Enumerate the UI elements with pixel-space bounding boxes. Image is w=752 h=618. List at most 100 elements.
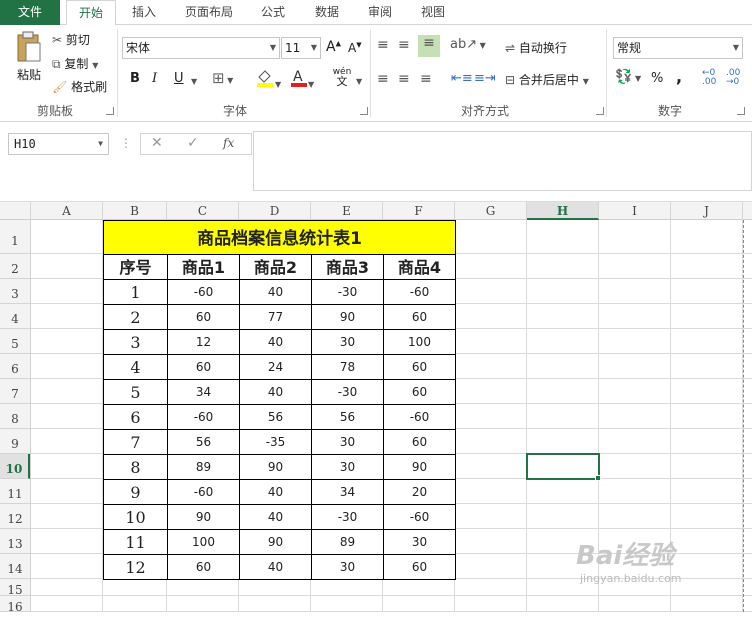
data-cell[interactable]: 90	[167, 504, 240, 530]
fill-handle[interactable]	[595, 475, 601, 481]
column-header-f[interactable]: F	[383, 202, 455, 220]
column-header-b[interactable]: B	[103, 202, 167, 220]
data-cell[interactable]: -60	[167, 404, 240, 430]
data-cell[interactable]: 30	[311, 429, 384, 455]
data-cell[interactable]: 100	[383, 329, 456, 355]
grow-font-button[interactable]: A▲	[326, 39, 341, 55]
tab-home[interactable]: 开始	[66, 0, 116, 26]
cut-button[interactable]: ✂ 剪切	[52, 31, 90, 48]
align-left-button[interactable]: ≡	[377, 71, 389, 87]
row-header-13[interactable]: 13	[0, 529, 30, 554]
row-header-14[interactable]: 14	[0, 554, 30, 579]
increase-indent-button[interactable]: ≡⇥	[474, 71, 496, 86]
column-header-h[interactable]: H	[527, 202, 599, 220]
data-cell[interactable]: 30	[311, 554, 384, 580]
cancel-icon[interactable]: ✕	[151, 135, 163, 151]
select-all-button[interactable]	[0, 202, 31, 220]
row-header-9[interactable]: 9	[0, 429, 30, 454]
data-cell[interactable]: 90	[311, 304, 384, 330]
header-cell[interactable]: 商品1	[167, 254, 240, 280]
column-header-g[interactable]: G	[455, 202, 527, 220]
orientation-button[interactable]: ab↗ ▼	[450, 37, 486, 52]
row-header-8[interactable]: 8	[0, 404, 30, 429]
alignment-launcher-icon[interactable]	[596, 107, 604, 115]
index-cell[interactable]: 11	[103, 529, 168, 555]
index-cell[interactable]: 9	[103, 479, 168, 505]
data-cell[interactable]: -35	[239, 429, 312, 455]
accounting-format-button[interactable]: 💱 ▼	[615, 69, 641, 85]
data-cell[interactable]: 78	[311, 354, 384, 380]
name-box[interactable]: H10 ▼	[8, 133, 109, 155]
row-header-15[interactable]: 15	[0, 579, 30, 597]
border-button[interactable]: ⊞ ▼	[212, 69, 233, 87]
font-size-dropdown[interactable]: 11 ▼	[281, 37, 321, 59]
decrease-indent-button[interactable]: ⇤≡	[451, 71, 473, 86]
row-header-3[interactable]: 3	[0, 279, 30, 304]
column-header-e[interactable]: E	[311, 202, 383, 220]
tab-data[interactable]: 数据	[304, 0, 350, 25]
tab-view[interactable]: 视图	[410, 0, 456, 25]
data-cell[interactable]: -60	[383, 279, 456, 305]
tab-page-layout[interactable]: 页面布局	[176, 0, 242, 25]
row-header-1[interactable]: 1	[0, 220, 30, 254]
index-cell[interactable]: 2	[103, 304, 168, 330]
column-header-d[interactable]: D	[239, 202, 311, 220]
data-cell[interactable]: 30	[383, 529, 456, 555]
header-cell[interactable]: 序号	[103, 254, 168, 280]
column-header-i[interactable]: I	[599, 202, 671, 220]
data-cell[interactable]: 40	[239, 479, 312, 505]
index-cell[interactable]: 10	[103, 504, 168, 530]
data-cell[interactable]: 56	[167, 429, 240, 455]
data-cell[interactable]: 60	[383, 554, 456, 580]
data-cell[interactable]: 40	[239, 279, 312, 305]
tab-review[interactable]: 审阅	[357, 0, 403, 25]
index-cell[interactable]: 8	[103, 454, 168, 480]
row-header-11[interactable]: 11	[0, 479, 30, 504]
data-cell[interactable]: -60	[383, 504, 456, 530]
header-cell[interactable]: 商品2	[239, 254, 312, 280]
percent-button[interactable]: %	[651, 71, 663, 86]
data-cell[interactable]: 77	[239, 304, 312, 330]
wrap-text-button[interactable]: ⇌ 自动换行	[505, 39, 567, 56]
data-cell[interactable]: 89	[311, 529, 384, 555]
column-header-a[interactable]: A	[31, 202, 103, 220]
data-cell[interactable]: 100	[167, 529, 240, 555]
data-cell[interactable]: 30	[311, 329, 384, 355]
column-header-j[interactable]: J	[671, 202, 743, 220]
index-cell[interactable]: 3	[103, 329, 168, 355]
data-cell[interactable]: 34	[167, 379, 240, 405]
index-cell[interactable]: 1	[103, 279, 168, 305]
tab-file[interactable]: 文件	[0, 0, 60, 25]
paste-button[interactable]: 粘贴	[12, 31, 46, 91]
index-cell[interactable]: 4	[103, 354, 168, 380]
row-header-6[interactable]: 6	[0, 354, 30, 379]
merge-center-button[interactable]: ⊟ 合并后居中 ▼	[505, 71, 589, 88]
data-cell[interactable]: 60	[383, 354, 456, 380]
row-header-12[interactable]: 12	[0, 504, 30, 529]
clipboard-launcher-icon[interactable]	[106, 107, 114, 115]
font-name-dropdown[interactable]: 宋体 ▼	[122, 37, 280, 59]
data-cell[interactable]: 89	[167, 454, 240, 480]
header-cell[interactable]: 商品3	[311, 254, 384, 280]
data-cell[interactable]: 60	[167, 304, 240, 330]
comma-button[interactable]: ,	[676, 67, 682, 86]
underline-dropdown[interactable]: ▼	[191, 73, 197, 87]
data-cell[interactable]: 90	[239, 454, 312, 480]
phonetic-button[interactable]: wén 文	[330, 67, 354, 88]
data-cell[interactable]: 12	[167, 329, 240, 355]
data-cell[interactable]: -60	[167, 279, 240, 305]
data-cell[interactable]: 60	[383, 429, 456, 455]
index-cell[interactable]: 6	[103, 404, 168, 430]
font-launcher-icon[interactable]	[360, 107, 368, 115]
decrease-decimal-button[interactable]: .00 →0	[726, 69, 740, 87]
data-cell[interactable]: 90	[239, 529, 312, 555]
data-cell[interactable]: 40	[239, 504, 312, 530]
data-cell[interactable]: 40	[239, 329, 312, 355]
row-header-7[interactable]: 7	[0, 379, 30, 404]
insert-function-button[interactable]: fx	[223, 136, 234, 150]
underline-button[interactable]: U	[174, 71, 184, 86]
data-cell[interactable]: 20	[383, 479, 456, 505]
data-cell[interactable]: 24	[239, 354, 312, 380]
italic-button[interactable]: I	[152, 71, 157, 86]
font-color-button[interactable]: A ▼	[290, 67, 314, 90]
